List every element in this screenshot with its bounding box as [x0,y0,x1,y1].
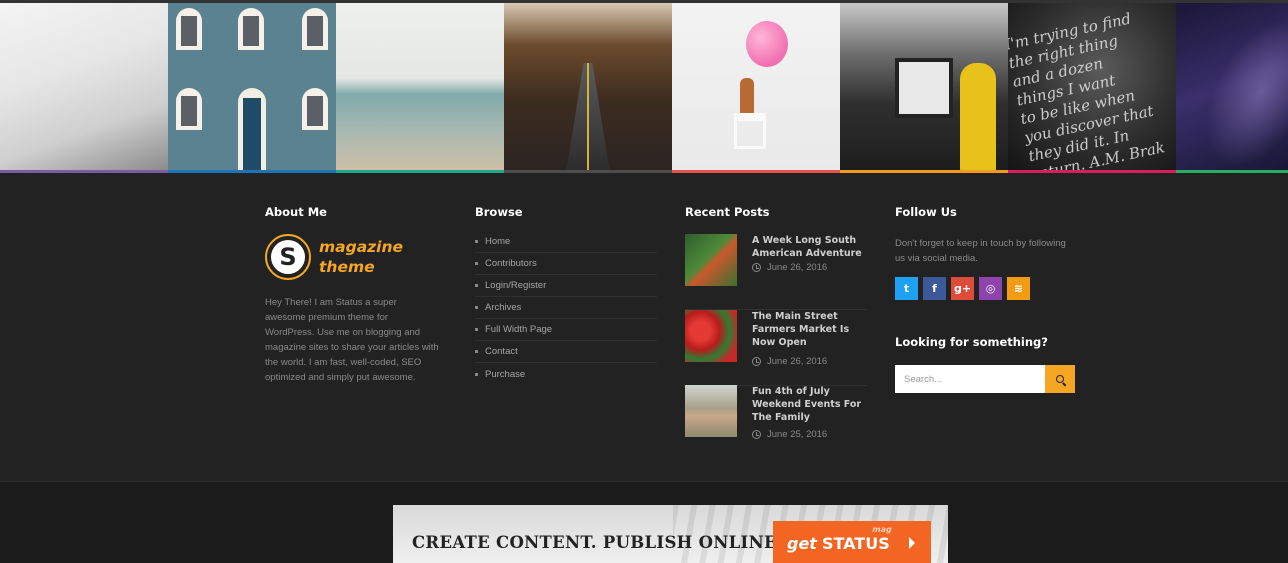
recent-posts-widget: Recent Posts A Week Long South American … [685,205,867,440]
gallery-accent-bar [504,170,672,173]
cta-status: STATUS mag [821,525,892,553]
gallery-accent-bar [336,170,504,173]
gallery-image-snowy-hill[interactable] [0,3,168,173]
social-links: t f g+ ◎ ≋ [895,277,1030,300]
recent-posts-heading: Recent Posts [685,205,770,219]
browse-link-home[interactable]: Home [475,231,657,253]
get-status-button[interactable]: get STATUS mag [773,521,931,563]
post-date: June 26, 2016 [752,356,827,367]
clock-icon [752,430,761,439]
recent-post: Fun 4th of July Weekend Events For The F… [685,385,867,461]
facebook-icon[interactable]: f [923,277,946,300]
post-thumbnail-adventure[interactable] [685,234,737,286]
gallery-image-balloon-fox[interactable] [672,3,840,173]
gallery-image-handwriting[interactable]: I'm trying to find the right thing and a… [1008,3,1176,173]
browse-heading: Browse [475,205,523,219]
cta-status-label: STATUS [821,533,890,553]
gallery-image-yellow-raincoat[interactable] [840,3,1008,173]
search-form [895,365,1075,393]
about-text: Hey There! I am Status a super awesome p… [265,297,439,383]
browse-link-purchase[interactable]: Purchase [475,363,657,385]
logo-line-2: theme [319,258,375,276]
post-date: June 25, 2016 [752,429,827,440]
search-icon [1056,375,1064,383]
post-title[interactable]: The Main Street Farmers Market Is Now Op… [752,310,867,349]
post-date-text: June 25, 2016 [767,429,828,440]
about-heading: About Me [265,205,327,219]
gallery-accent-bar [168,170,336,173]
google-plus-icon[interactable]: g+ [951,277,974,300]
search-heading: Looking for something? [895,335,1048,349]
banner-text: CREATE CONTENT. PUBLISH ONLINE. [412,533,783,552]
post-date: June 26, 2016 [752,262,827,273]
instagram-gallery: I'm trying to find the right thing and a… [0,3,1288,173]
gallery-accent-bar [1008,170,1176,173]
arrow-right-icon [909,537,915,549]
follow-widget: Follow Us Don't forget to keep in touch … [895,205,1077,393]
post-title[interactable]: A Week Long South American Adventure [752,234,867,260]
search-button[interactable] [1045,365,1075,393]
clock-icon [752,263,761,272]
browse-link-archives[interactable]: Archives [475,297,657,319]
recent-post: The Main Street Farmers Market Is Now Op… [685,310,867,386]
gallery-accent-bar [1176,170,1288,173]
footer-bottom: CREATE CONTENT. PUBLISH ONLINE. get STAT… [0,481,1288,563]
gallery-image-beach[interactable] [336,3,504,173]
browse-link-contact[interactable]: Contact [475,341,657,363]
logo-text: magazine theme [319,237,403,277]
follow-heading: Follow Us [895,205,957,219]
instagram-icon[interactable]: ◎ [979,277,1002,300]
gallery-accent-bar [0,170,168,173]
search-input[interactable] [895,365,1045,393]
browse-link-login-register[interactable]: Login/Register [475,275,657,297]
twitter-icon[interactable]: t [895,277,918,300]
browse-menu: Home Contributors Login/Register Archive… [475,231,657,385]
about-widget: About Me S magazine theme Hey There! I a… [265,205,439,383]
cta-mag: mag [872,524,892,534]
post-thumbnail-peppers[interactable] [685,310,737,362]
browse-link-contributors[interactable]: Contributors [475,253,657,275]
recent-post: A Week Long South American Adventure Jun… [685,234,867,310]
gallery-accent-bar [672,170,840,173]
rss-icon[interactable]: ≋ [1007,277,1030,300]
gallery-image-forest-road[interactable] [504,3,672,173]
post-title[interactable]: Fun 4th of July Weekend Events For The F… [752,385,867,424]
post-date-text: June 26, 2016 [767,356,828,367]
post-date-text: June 26, 2016 [767,262,828,273]
browse-widget: Browse Home Contributors Login/Register … [475,205,657,380]
logo-letter: S [271,240,305,274]
promo-banner[interactable]: CREATE CONTENT. PUBLISH ONLINE. get STAT… [393,505,948,563]
gallery-image-night-sky[interactable] [1176,3,1288,173]
browse-link-full-width-page[interactable]: Full Width Page [475,319,657,341]
post-thumbnail-family[interactable] [685,385,737,437]
clock-icon [752,357,761,366]
follow-text: Don't forget to keep in touch by followi… [895,238,1066,264]
site-logo[interactable]: S magazine theme [265,234,403,280]
logo-circle-icon: S [265,234,311,280]
cta-get: get [787,533,817,553]
gallery-image-tiled-facade[interactable] [168,3,336,173]
gallery-accent-bar [840,170,1008,173]
handwritten-script: I'm trying to find the right thing and a… [1008,9,1167,173]
logo-line-1: magazine [319,238,404,256]
